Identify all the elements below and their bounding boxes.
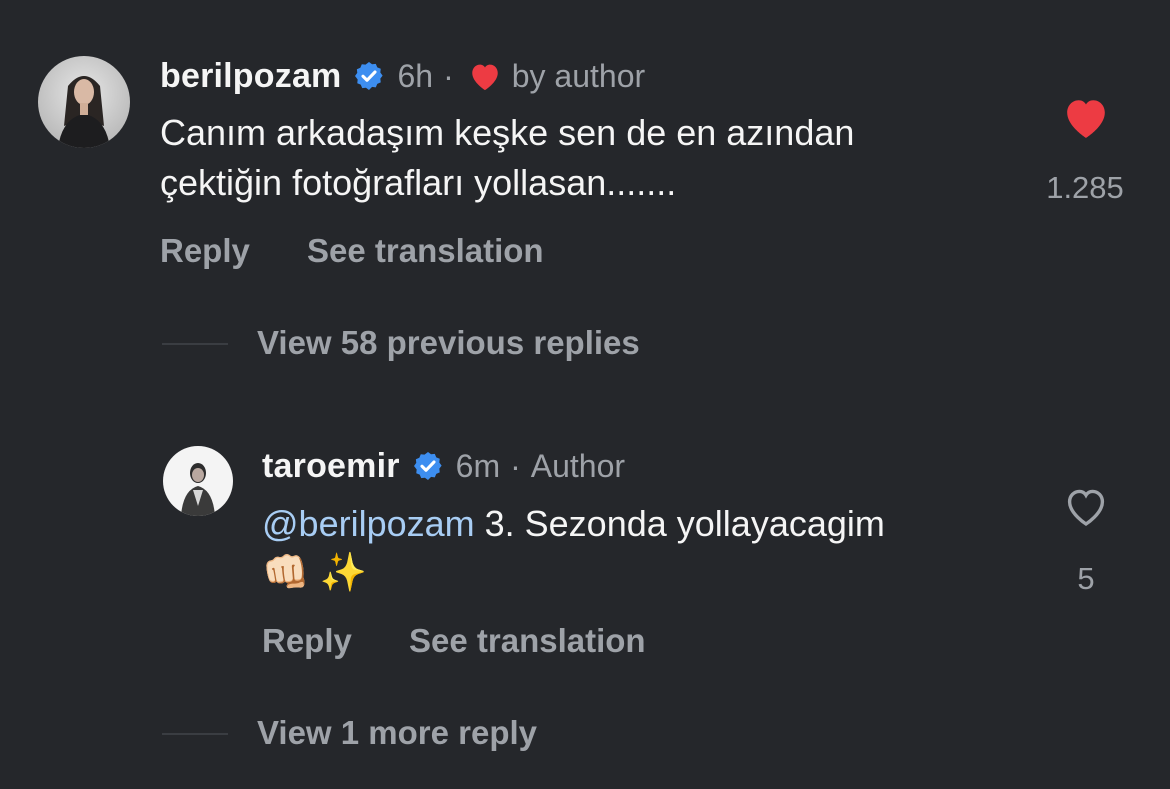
reply-emoji: 👊🏻 ✨: [262, 552, 368, 594]
meta-separator: ·: [510, 447, 521, 484]
comment-time: 6h: [397, 57, 434, 94]
comment-see-translation-button[interactable]: See translation: [307, 232, 544, 270]
reply-like-count: 5: [1077, 561, 1095, 596]
reply-text-content: 3. Sezonda yollayacagim: [474, 503, 885, 544]
reply-username[interactable]: taroemir: [262, 447, 400, 486]
avatar-taroemir[interactable]: [163, 446, 233, 516]
comment-header: berilpozam 6h · by author: [160, 54, 645, 98]
heart-filled-icon: [1067, 100, 1105, 138]
comment-text-line1: Canım arkadaşım keşke sen de en azından: [160, 112, 855, 153]
liked-by-author-heart-icon: [468, 60, 502, 92]
verified-badge-icon: [353, 60, 385, 92]
avatar-berilpozam[interactable]: [38, 56, 130, 148]
reply-see-translation-button[interactable]: See translation: [409, 622, 646, 660]
verified-badge-icon: [412, 450, 444, 482]
comment-like-count: 1.285: [1046, 170, 1124, 205]
avatar-image: [163, 446, 233, 516]
comment-reply-button[interactable]: Reply: [160, 232, 250, 270]
thread-divider: [162, 343, 228, 345]
mention-link[interactable]: @berilpozam: [262, 503, 475, 544]
reply-reply-button[interactable]: Reply: [262, 622, 352, 660]
reply-like-button[interactable]: [1061, 484, 1111, 530]
liked-by-author-label: by author: [511, 57, 646, 94]
comment-text-line2: çektiğin fotoğrafları yollasan.......: [160, 162, 677, 203]
comment-username[interactable]: berilpozam: [160, 57, 341, 96]
heart-outline-icon: [1067, 489, 1105, 527]
reply-time: 6m: [455, 447, 501, 484]
view-more-replies-button[interactable]: View 1 more reply: [257, 714, 537, 752]
meta-separator: ·: [443, 57, 454, 94]
thread-divider: [162, 733, 228, 735]
avatar-image: [38, 56, 130, 148]
reply-header: taroemir 6m · Author: [262, 444, 625, 488]
view-previous-replies-button[interactable]: View 58 previous replies: [257, 324, 640, 362]
comment-like-button[interactable]: [1060, 94, 1112, 142]
reply-text: @berilpozam 3. Sezonda yollayacagim: [262, 499, 885, 549]
author-label: Author: [530, 447, 626, 484]
